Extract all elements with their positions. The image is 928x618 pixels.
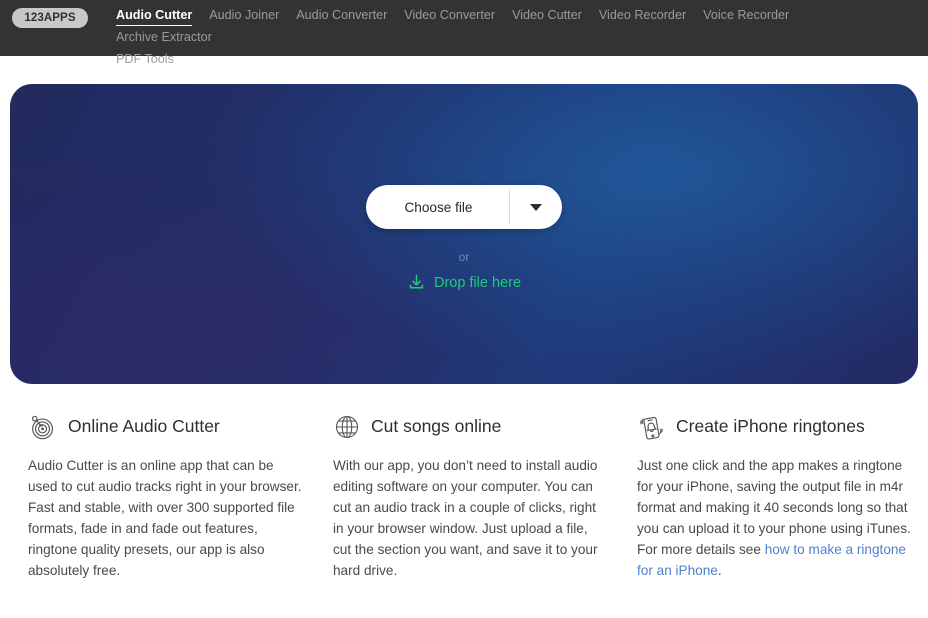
feature-column-online-audio-cutter: Online Audio Cutter Audio Cutter is an o… [28, 410, 330, 581]
feature-body-after-link: . [717, 563, 722, 578]
feature-body-text: Just one click and the app makes a ringt… [637, 455, 918, 581]
feature-column-create-iphone-ringtones: Create iPhone ringtones Just one click a… [632, 410, 928, 581]
feature-body-text: With our app, you don’t need to install … [333, 458, 598, 578]
feature-column-cut-songs-online: Cut songs online With our app, you don’t… [330, 410, 632, 581]
site-header: 123APPS Audio Cutter Audio Joiner Audio … [0, 0, 928, 66]
nav-item-video-converter[interactable]: Video Converter [404, 7, 495, 24]
nav-item-voice-recorder[interactable]: Voice Recorder [703, 7, 789, 24]
nav-item-archive-extractor[interactable]: Archive Extractor [116, 29, 212, 46]
hero-dropzone[interactable]: Choose file or Drop file here [10, 84, 918, 384]
drop-file-here-label: Drop file here [433, 274, 522, 291]
logo-123apps[interactable]: 123APPS [12, 8, 88, 28]
nav-item-audio-converter[interactable]: Audio Converter [296, 7, 387, 24]
chevron-down-icon [529, 203, 542, 211]
feature-title: Cut songs online [371, 416, 502, 437]
choose-file-dropdown-button[interactable] [510, 185, 562, 229]
feature-body-text: Audio Cutter is an online app that can b… [28, 458, 302, 578]
nav-item-audio-joiner[interactable]: Audio Joiner [209, 7, 279, 24]
vinyl-record-icon [31, 415, 53, 440]
nav-item-video-cutter[interactable]: Video Cutter [512, 7, 582, 24]
nav-item-video-recorder[interactable]: Video Recorder [599, 7, 686, 24]
main-navigation: Audio Cutter Audio Joiner Audio Converte… [116, 7, 916, 73]
feature-heading: Online Audio Cutter [28, 410, 306, 444]
globe-icon [335, 415, 359, 439]
nav-item-pdf-tools[interactable]: PDF Tools [116, 51, 174, 68]
phone-ringing-icon [640, 416, 663, 440]
nav-item-audio-cutter[interactable]: Audio Cutter [116, 7, 193, 26]
choose-file-button[interactable]: Choose file [366, 185, 508, 229]
choose-file-group: Choose file [366, 185, 562, 229]
hero-content: Choose file or Drop file here [10, 84, 918, 384]
features-section: Online Audio Cutter Audio Cutter is an o… [0, 410, 928, 581]
drop-file-here-button[interactable]: Drop file here [407, 273, 521, 292]
feature-heading: Create iPhone ringtones [637, 410, 918, 444]
feature-title: Online Audio Cutter [68, 416, 220, 437]
or-separator-label: or [458, 250, 470, 264]
feature-heading: Cut songs online [333, 410, 608, 444]
download-icon [409, 274, 424, 289]
feature-title: Create iPhone ringtones [676, 416, 865, 437]
